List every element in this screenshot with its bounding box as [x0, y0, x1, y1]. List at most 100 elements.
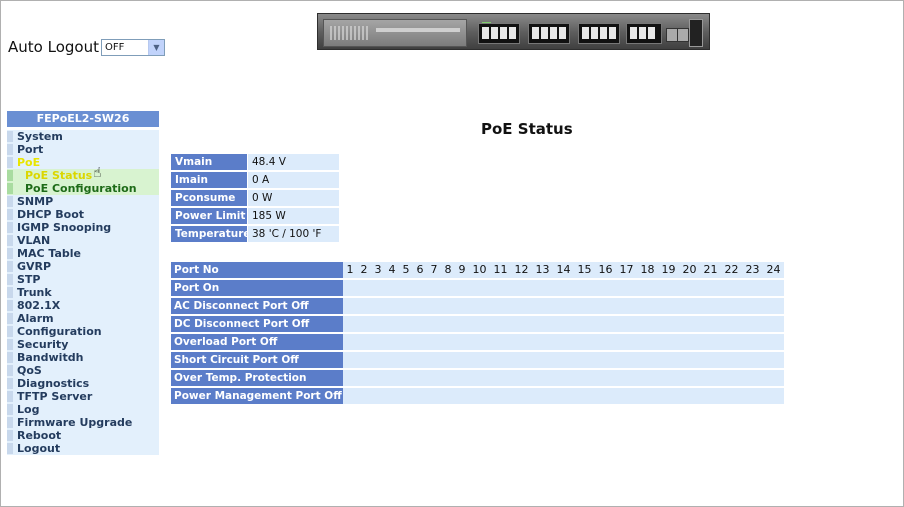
port-status-cell [532, 280, 553, 296]
port-status-cell [595, 334, 616, 350]
sidebar-menu: FEPoEL2-SW26 System Port PoE PoE Status … [7, 111, 159, 455]
port-no-header: Port No [171, 262, 343, 278]
port-status-cells [343, 298, 784, 314]
sidebar-item-vlan[interactable]: VLAN [7, 234, 159, 247]
sidebar-item-configuration[interactable]: Configuration [7, 325, 159, 338]
port-status-cell [399, 334, 413, 350]
sidebar-item-log[interactable]: Log [7, 403, 159, 416]
sidebar-item-trunk[interactable]: Trunk [7, 286, 159, 299]
port-status-cell [371, 370, 385, 386]
port-number-cell: 19 [661, 263, 676, 276]
port-status-cell [469, 352, 490, 368]
port-status-cell [532, 316, 553, 332]
port-status-cell [532, 352, 553, 368]
sidebar-item-qos[interactable]: QoS [7, 364, 159, 377]
status-label: Temperature [171, 226, 251, 242]
sidebar-item-igmp-snooping[interactable]: IGMP Snooping [7, 221, 159, 234]
sidebar-item-reboot[interactable]: Reboot [7, 429, 159, 442]
status-row: Temperature 38 'C / 100 'F [171, 226, 339, 242]
port-number-cell: 3 [374, 263, 382, 276]
port-status-cell [385, 280, 399, 296]
port-status-cells [343, 388, 784, 404]
port-status-cell [721, 334, 742, 350]
port-status-cell [357, 370, 371, 386]
port-status-cell [574, 352, 595, 368]
port-status-cell [721, 316, 742, 332]
port-status-cell [637, 370, 658, 386]
sidebar-item-poe-status[interactable]: PoE Status ☝ [7, 166, 159, 182]
port-status-cell [511, 316, 532, 332]
auto-logout-select[interactable]: OFF ▼ [100, 38, 165, 56]
port-status-cell [679, 388, 700, 404]
port-status-cell [595, 352, 616, 368]
port-row-label: Port On [171, 280, 343, 296]
sidebar-item-poe[interactable]: PoE [7, 156, 159, 169]
port-status-cell [427, 370, 441, 386]
port-status-cell [455, 352, 469, 368]
port-status-cell [700, 316, 721, 332]
port-status-cell [371, 298, 385, 314]
port-status-cell [679, 334, 700, 350]
sidebar-item-snmp[interactable]: SNMP [7, 195, 159, 208]
sidebar-item-gvrp[interactable]: GVRP [7, 260, 159, 273]
port-status-cell [385, 298, 399, 314]
port-status-cell [357, 316, 371, 332]
port-status-cell [763, 280, 784, 296]
port-status-cell [469, 370, 490, 386]
sidebar-item-bandwidth[interactable]: Bandwitdh [7, 351, 159, 364]
sidebar-item-system[interactable]: System [7, 130, 159, 143]
port-status-cell [399, 352, 413, 368]
port-number-cell: 4 [388, 263, 396, 276]
port-status-cell [427, 316, 441, 332]
port-status-row: Short Circuit Port Off [171, 352, 784, 368]
port-status-cell [553, 334, 574, 350]
sidebar-item-logout[interactable]: Logout [7, 442, 159, 455]
port-status-cell [455, 298, 469, 314]
port-status-cell [700, 370, 721, 386]
sidebar-item-diagnostics[interactable]: Diagnostics [7, 377, 159, 390]
port-status-cell [721, 370, 742, 386]
port-status-cell [441, 280, 455, 296]
chevron-down-icon[interactable]: ▼ [147, 39, 164, 55]
sidebar-item-tftp-server[interactable]: TFTP Server [7, 390, 159, 403]
port-status-cell [490, 334, 511, 350]
port-status-cell [700, 388, 721, 404]
port-row-label: Power Management Port Off [171, 388, 343, 404]
port-status-cell [616, 298, 637, 314]
port-status-cell [427, 352, 441, 368]
port-status-cell [595, 316, 616, 332]
status-value: 0 W [248, 190, 339, 206]
sidebar-item-security[interactable]: Security [7, 338, 159, 351]
sidebar-item-dhcp-boot[interactable]: DHCP Boot [7, 208, 159, 221]
port-status-cell [511, 370, 532, 386]
port-number-cell: 11 [493, 263, 508, 276]
port-status-cell [413, 352, 427, 368]
port-status-cell [371, 334, 385, 350]
auto-logout: Auto Logout OFF ▼ [8, 38, 165, 56]
sidebar-item-mac-table[interactable]: MAC Table [7, 247, 159, 260]
port-status-cell [511, 352, 532, 368]
port-group-icon [626, 23, 662, 44]
auto-logout-label: Auto Logout [8, 38, 99, 56]
port-status-cell [343, 298, 357, 314]
port-status-cells [343, 316, 784, 332]
port-status-cell [679, 352, 700, 368]
status-value: 0 A [248, 172, 339, 188]
port-number-cell: 17 [619, 263, 634, 276]
sidebar-item-alarm[interactable]: Alarm [7, 312, 159, 325]
port-status-cell [490, 388, 511, 404]
status-row: Imain 0 A [171, 172, 339, 188]
port-status-cell [490, 352, 511, 368]
port-status-cell [742, 298, 763, 314]
sidebar-item-stp[interactable]: STP [7, 273, 159, 286]
port-status-cell [427, 280, 441, 296]
port-row-label: AC Disconnect Port Off [171, 298, 343, 314]
port-header-row: Port No 1 2 3 4 5 6 7 8 9 10 11 12 13 14 15 16 17 18 19 20 2… [171, 262, 784, 278]
sidebar-item-port[interactable]: Port [7, 143, 159, 156]
sidebar-item-poe-configuration[interactable]: PoE Configuration [7, 182, 159, 195]
port-status-cell [343, 280, 357, 296]
sidebar-item-8021x[interactable]: 802.1X [7, 299, 159, 312]
port-status-cell [511, 388, 532, 404]
sidebar-item-firmware-upgrade[interactable]: Firmware Upgrade [7, 416, 159, 429]
port-row-label: Short Circuit Port Off [171, 352, 343, 368]
